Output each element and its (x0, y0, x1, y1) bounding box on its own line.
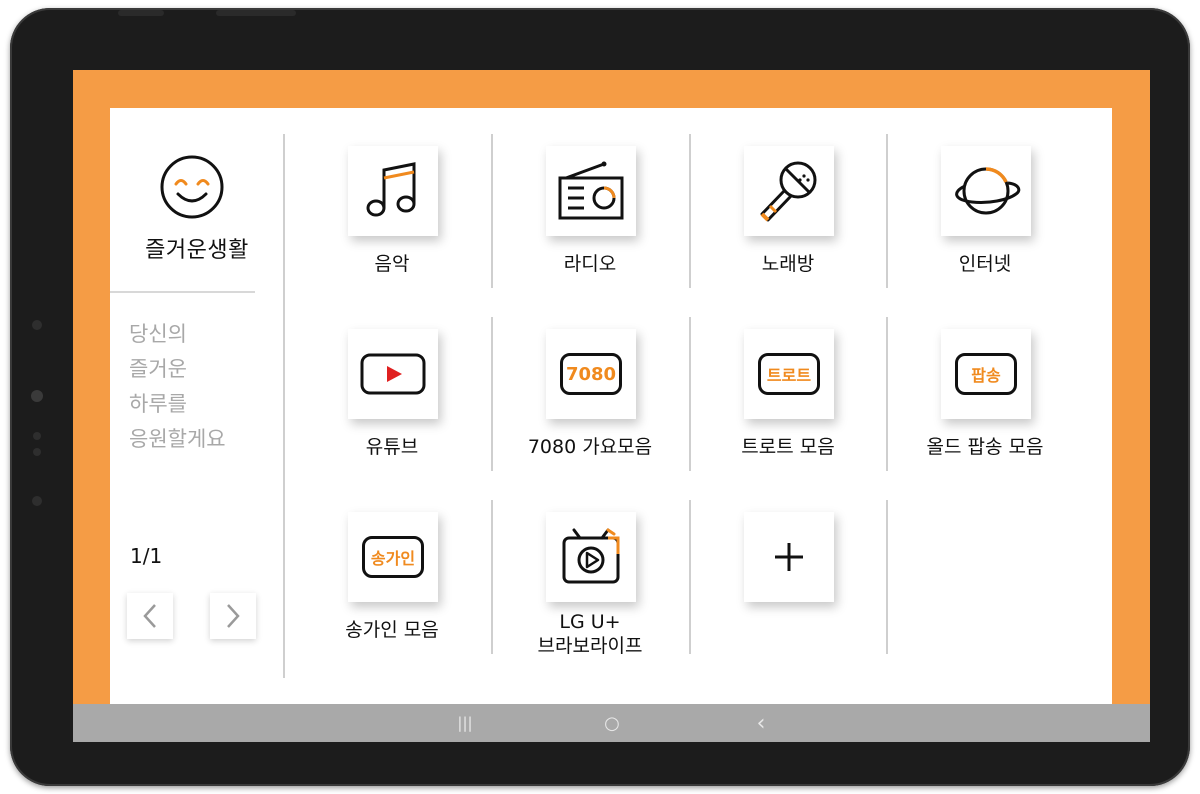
tile-icon-box (348, 146, 438, 236)
music-note-icon (366, 162, 416, 217)
chevron-right-icon (227, 604, 240, 628)
sidebar-separator (283, 134, 285, 678)
page-indicator: 1/1 (130, 544, 163, 568)
next-page-button[interactable] (210, 593, 256, 639)
tile-icon-box: 송가인 (348, 512, 438, 602)
youtube-play-icon (360, 353, 426, 395)
sensor-dot (33, 432, 41, 440)
tile-popsong[interactable]: 팝송 올드 팝송 모음 (886, 317, 1084, 477)
tagline-line: 즐거운 (129, 357, 187, 381)
tv-trot-icon: 트로트 (758, 353, 820, 395)
tile-songgain[interactable]: 송가인 송가인 모음 (293, 500, 491, 660)
planet-icon (955, 167, 1021, 215)
tagline: 당신의 즐거운 하루를 응원할게요 (129, 317, 226, 457)
tile-label: 인터넷 (958, 253, 1012, 275)
tv-7080-icon: 7080 (560, 353, 622, 395)
tile-youtube[interactable]: 유튜브 (293, 317, 491, 477)
add-app-button[interactable] (744, 512, 834, 602)
tile-icon-box (546, 146, 636, 236)
tagline-line: 당신의 (129, 322, 187, 346)
plus-icon (775, 543, 803, 571)
tile-internet[interactable]: 인터넷 (886, 134, 1084, 294)
tile-label: 노래방 (761, 253, 815, 275)
sidebar: 즐거운생활 당신의 즐거운 하루를 응원할게요 1/1 (110, 108, 284, 704)
volume-button (118, 10, 164, 16)
sensor-dot (33, 448, 41, 456)
tile-trot[interactable]: 트로트 트로트 모음 (689, 317, 887, 477)
home-button[interactable]: ○ (592, 704, 632, 742)
tile-label: 트로트 모음 (741, 436, 835, 458)
screen: 즐거운생활 당신의 즐거운 하루를 응원할게요 1/1 음악 라디오 노래방 인… (73, 70, 1150, 742)
tile-7080[interactable]: 7080 7080 가요모음 (491, 317, 689, 477)
tile-icon-box (941, 146, 1031, 236)
tagline-line: 하루를 (129, 392, 187, 416)
smile-icon (160, 155, 224, 219)
microphone-icon (760, 161, 817, 222)
tile-icon-box (744, 146, 834, 236)
tile-label: 송가인 모음 (345, 619, 439, 641)
sidebar-title: 즐거운생활 (145, 238, 249, 263)
tile-radio[interactable]: 라디오 (491, 134, 689, 294)
tile-label: 라디오 (563, 253, 617, 275)
tile-icon-box: 7080 (546, 329, 636, 419)
tv-songgain-icon: 송가인 (362, 536, 424, 578)
tagline-line: 응원할게요 (129, 427, 226, 451)
chevron-left-icon (143, 604, 156, 628)
back-button[interactable]: ‹ (741, 704, 781, 742)
sensor-dot (32, 320, 42, 330)
tile-label: 음악 (374, 253, 410, 275)
tile-icon-box (348, 329, 438, 419)
tile-label: 유튜브 (365, 436, 419, 458)
tv-play-icon (562, 528, 620, 584)
previous-page-button[interactable] (127, 593, 173, 639)
tv-popsong-icon: 팝송 (955, 353, 1017, 395)
front-camera (31, 390, 43, 402)
tile-add-app[interactable] (689, 500, 887, 660)
tile-label: 올드 팝송 모음 (926, 436, 1044, 458)
launcher-panel: 즐거운생활 당신의 즐거운 하루를 응원할게요 1/1 음악 라디오 노래방 인… (110, 108, 1112, 704)
recents-button[interactable]: ||| (445, 704, 485, 742)
tile-label: LG U+ 브라보라이프 (537, 611, 643, 657)
tile-music[interactable]: 음악 (293, 134, 491, 294)
tile-icon-box (546, 512, 636, 602)
tile-bravo-life[interactable]: LG U+ 브라보라이프 (491, 500, 689, 660)
tile-label: 7080 가요모음 (527, 436, 653, 458)
power-button (216, 10, 296, 16)
tile-karaoke[interactable]: 노래방 (689, 134, 887, 294)
system-navigation-bar: ||| ○ ‹ (73, 704, 1150, 742)
radio-icon (558, 161, 624, 220)
sidebar-divider (110, 291, 255, 293)
sensor-dot (32, 496, 42, 506)
tile-icon-box: 팝송 (941, 329, 1031, 419)
tablet-frame: 즐거운생활 당신의 즐거운 하루를 응원할게요 1/1 음악 라디오 노래방 인… (10, 8, 1190, 786)
tile-icon-box: 트로트 (744, 329, 834, 419)
